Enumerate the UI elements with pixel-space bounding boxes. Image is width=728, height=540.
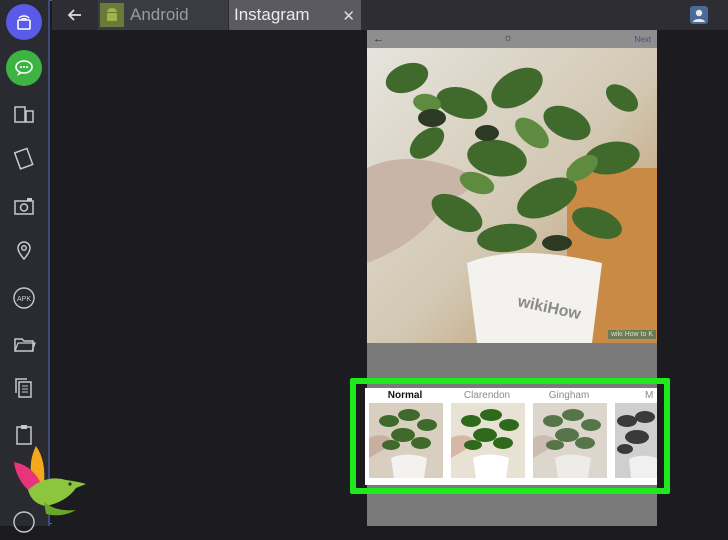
sidebar-item-chat[interactable] xyxy=(6,50,42,86)
chat-bubble-icon xyxy=(15,60,33,76)
sidebar-item-copy[interactable] xyxy=(6,370,42,406)
folder-icon xyxy=(14,338,36,352)
sidebar-item-multi-screen[interactable] xyxy=(6,96,42,132)
apk-icon: APK xyxy=(13,287,35,309)
sidebar-item-apk[interactable]: APK xyxy=(6,280,42,316)
sidebar-item-camera[interactable] xyxy=(6,188,42,224)
watermark: wiki How to K xyxy=(608,330,657,339)
back-arrow-icon[interactable] xyxy=(66,6,84,24)
wikihow-logo xyxy=(14,446,86,516)
broadcast-icon xyxy=(17,15,31,30)
tab-instagram[interactable]: Instagram ✕ xyxy=(229,0,361,30)
camera-icon xyxy=(14,198,34,215)
filter-highlight-box xyxy=(350,378,670,494)
android-icon xyxy=(100,3,124,27)
next-button[interactable]: Next xyxy=(635,35,651,44)
brightness-icon[interactable]: ☼ xyxy=(503,32,513,44)
tab-android[interactable]: Android xyxy=(98,0,228,30)
close-icon[interactable]: ✕ xyxy=(342,7,355,25)
location-pin-icon xyxy=(17,241,31,261)
tab-label: Instagram xyxy=(234,5,310,24)
sidebar-item-folder[interactable] xyxy=(6,326,42,362)
phone-back-icon[interactable]: ← xyxy=(373,33,384,45)
sidebar-item-rotate[interactable] xyxy=(6,140,42,176)
svg-text:APK: APK xyxy=(17,296,31,303)
phone-header: ← ☼ Next xyxy=(367,30,657,48)
copy-icon xyxy=(15,378,32,398)
multi-screen-icon xyxy=(14,106,34,123)
account-icon[interactable] xyxy=(690,6,708,24)
mint-photo: wikiHow xyxy=(367,48,657,343)
sidebar-item-broadcast[interactable] xyxy=(6,4,42,40)
sidebar-item-location[interactable] xyxy=(6,232,42,268)
rotate-icon xyxy=(13,147,34,170)
tab-label: Android xyxy=(130,5,189,24)
